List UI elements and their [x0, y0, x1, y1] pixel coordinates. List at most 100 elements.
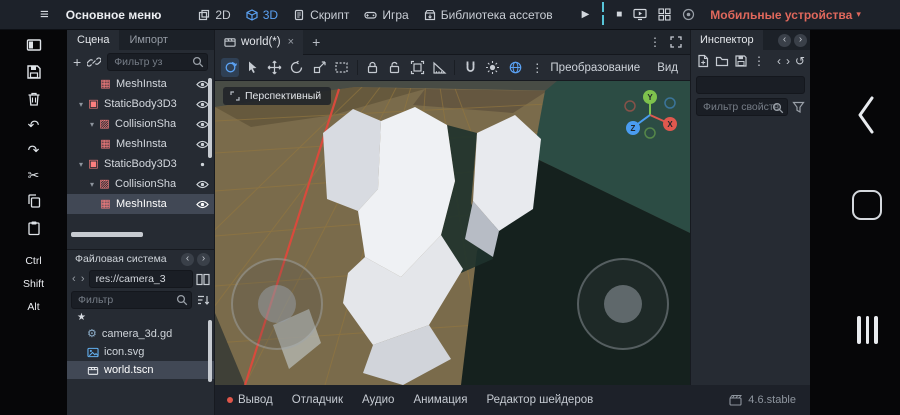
workspace-game-button[interactable]: Игра [364, 8, 409, 22]
scene-tab-world[interactable]: world(*) × [215, 29, 304, 55]
favorites-section[interactable]: ★ [67, 310, 214, 325]
file-row-svg[interactable]: icon.svg [67, 343, 214, 361]
history-back-icon[interactable]: ‹ [777, 55, 781, 67]
right-virtual-joystick[interactable] [577, 258, 669, 350]
view-menu[interactable]: Вид [657, 62, 678, 74]
tree-row-mesh-instance[interactable]: ▦ MeshInsta [67, 134, 214, 154]
inspector-forward-button[interactable]: › [794, 33, 807, 47]
object-history-icon[interactable]: ↺ [795, 55, 805, 67]
new-resource-button[interactable] [696, 54, 710, 68]
redo-button[interactable]: ↷ [28, 143, 40, 157]
transform-menu[interactable]: Преобразование [550, 62, 640, 74]
workspace-2d-button[interactable]: 2D [198, 8, 231, 22]
undo-button[interactable]: ↶ [28, 118, 40, 132]
copy-button[interactable] [26, 193, 42, 209]
collapse-arrow-icon[interactable]: ▾ [75, 100, 87, 109]
tab-audio[interactable]: Аудио [362, 394, 394, 406]
filesystem-vertical-scrollbar[interactable] [208, 320, 212, 382]
viewport-menu-dots-icon[interactable]: ⋮ [528, 58, 546, 77]
file-filter-input[interactable] [71, 291, 192, 309]
debug-target-button[interactable]: Мобильные устройства ▾ [710, 8, 861, 22]
scene-tree-horizontal-scrollbar[interactable] [71, 232, 143, 237]
tab-output[interactable]: Вывод [227, 394, 273, 406]
tab-inspector[interactable]: Инспектор [691, 30, 763, 50]
hamburger-menu-icon[interactable]: ≡ [40, 6, 49, 23]
tab-list-menu-icon[interactable]: ⋮ [649, 35, 661, 49]
left-virtual-joystick[interactable] [231, 258, 323, 350]
tab-animation[interactable]: Анимация [413, 394, 467, 406]
dock-forward-button[interactable]: › [197, 252, 210, 266]
paste-clipboard-button[interactable] [26, 220, 42, 236]
stop-button[interactable]: ■ [616, 9, 622, 20]
inspector-back-button[interactable]: ‹ [778, 33, 791, 47]
play-scene-button[interactable] [633, 8, 647, 21]
workspace-script-button[interactable]: Скрипт [293, 8, 349, 22]
instance-scene-button[interactable] [87, 55, 102, 69]
scene-tree-vertical-scrollbar[interactable] [208, 78, 212, 158]
modifier-key-shift[interactable]: Shift [23, 278, 44, 290]
movie-mode-button[interactable] [682, 8, 695, 21]
modifier-key-ctrl[interactable]: Ctrl [25, 255, 41, 267]
box-select-tool-button[interactable] [332, 58, 350, 77]
expand-viewport-icon[interactable] [670, 36, 682, 48]
dock-panel-toggle-button[interactable] [26, 37, 42, 53]
orbit-tool-button[interactable] [221, 58, 240, 77]
modifier-key-alt[interactable]: Alt [27, 301, 39, 313]
perspective-menu-button[interactable]: Перспективный [223, 87, 332, 105]
tab-debugger[interactable]: Отладчик [292, 394, 343, 406]
filter-funnel-icon[interactable] [792, 101, 805, 114]
visibility-eye-icon[interactable] [196, 200, 209, 209]
workspace-3d-button[interactable]: 3D [246, 8, 278, 22]
android-gesture-bars-icon[interactable] [857, 316, 878, 344]
file-filter-field[interactable] [71, 291, 192, 309]
add-node-button[interactable]: + [73, 55, 81, 69]
environment-globe-button[interactable] [506, 58, 524, 77]
path-input[interactable] [88, 270, 193, 288]
workspace-assetlib-button[interactable]: Библиотека ассетов [424, 8, 553, 22]
lock-button[interactable] [363, 58, 381, 77]
close-tab-icon[interactable]: × [288, 36, 294, 48]
file-row-gdscript[interactable]: ⚙ camera_3d.gd [67, 325, 214, 343]
tab-scene[interactable]: Сцена [67, 30, 120, 50]
cut-button[interactable]: ✂ [28, 168, 40, 182]
node-filter-field[interactable] [107, 53, 208, 71]
resource-extra-menu-icon[interactable]: ⋮ [753, 55, 765, 67]
scale-tool-button[interactable] [310, 58, 328, 77]
collapse-arrow-icon[interactable]: ▾ [75, 160, 87, 169]
play-button[interactable]: ▶ [582, 9, 590, 20]
android-gesture-square-icon[interactable] [852, 190, 882, 220]
3d-viewport[interactable]: Перспективный Y X Z [215, 81, 690, 385]
rotate-tool-button[interactable] [288, 58, 306, 77]
load-resource-folder-button[interactable] [715, 54, 729, 68]
main-menu-button[interactable]: Основное меню [66, 8, 162, 22]
tab-shader-editor[interactable]: Редактор шейдеров [486, 394, 593, 406]
save-button[interactable] [26, 64, 42, 80]
ruler-button[interactable] [430, 58, 448, 77]
object-name-input[interactable] [696, 76, 805, 94]
group-button[interactable] [408, 58, 426, 77]
save-resource-button[interactable] [734, 54, 748, 68]
collapse-arrow-icon[interactable]: ▾ [86, 120, 98, 129]
tree-row-collision-shape[interactable]: ▾ ▨ CollisionSha [67, 174, 214, 194]
sun-light-button[interactable] [484, 58, 502, 77]
sort-files-icon[interactable] [197, 294, 210, 306]
tab-import[interactable]: Импорт [119, 30, 177, 50]
dock-back-button[interactable]: ‹ [181, 252, 194, 266]
movie-clapper-icon[interactable] [729, 394, 743, 406]
visibility-eye-icon[interactable] [196, 180, 209, 189]
file-row-scene-selected[interactable]: world.tscn [67, 361, 214, 379]
visibility-eye-icon[interactable] [196, 160, 209, 169]
delete-button[interactable] [26, 91, 42, 107]
pause-button[interactable] [600, 1, 605, 28]
axis-gizmo[interactable]: Y X Z [618, 87, 682, 145]
snap-magnet-button[interactable] [461, 58, 479, 77]
history-forward-icon[interactable]: › [786, 55, 790, 67]
play-custom-scene-button[interactable] [658, 8, 671, 21]
collapse-arrow-icon[interactable]: ▾ [86, 180, 98, 189]
tree-row-collision-shape[interactable]: ▾ ▨ CollisionSha [67, 114, 214, 134]
split-view-icon[interactable] [196, 273, 210, 286]
android-back-chevron-icon[interactable] [856, 96, 876, 134]
tree-row-mesh-instance-selected[interactable]: ▦ MeshInsta [67, 194, 214, 214]
select-tool-button[interactable] [243, 58, 261, 77]
new-scene-tab-button[interactable]: + [312, 34, 320, 50]
